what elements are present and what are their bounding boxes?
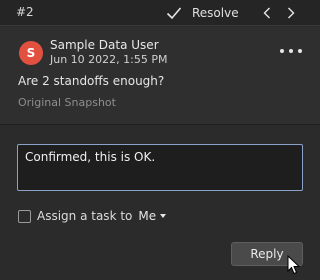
comment-timestamp: Jun 10 2022, 1:55 PM <box>50 53 168 66</box>
more-horizontal-icon <box>280 49 284 53</box>
assign-task-row: Assign a task to Me <box>18 207 167 225</box>
reply-input[interactable]: Confirmed, this is OK. <box>17 144 303 191</box>
more-options-button[interactable] <box>280 44 302 58</box>
avatar: S <box>19 41 43 65</box>
mouse-pointer-icon <box>287 255 301 275</box>
more-horizontal-icon <box>289 49 293 53</box>
comment-header: #2 Resolve <box>0 0 320 26</box>
assignee-dropdown[interactable]: Me <box>138 209 167 223</box>
chevron-left-icon <box>263 7 270 19</box>
assign-task-checkbox[interactable] <box>18 209 31 223</box>
resolve-button[interactable]: Resolve <box>164 2 264 24</box>
previous-comment-button[interactable] <box>258 4 276 22</box>
chevron-down-icon <box>160 214 167 218</box>
more-horizontal-icon <box>298 49 302 53</box>
next-comment-button[interactable] <box>282 4 300 22</box>
assign-task-label: Assign a task to <box>37 209 133 223</box>
comment-number: #2 <box>16 5 34 19</box>
comment-text: Are 2 standoffs enough? <box>18 74 165 88</box>
original-snapshot-link[interactable]: Original Snapshot <box>18 96 116 109</box>
comment-card: S Sample Data User Jun 10 2022, 1:55 PM … <box>0 27 320 125</box>
chevron-right-icon <box>288 7 295 19</box>
resolve-label: Resolve <box>192 6 239 20</box>
checkmark-icon <box>166 7 182 20</box>
assignee-value: Me <box>138 209 157 223</box>
author-name: Sample Data User <box>50 38 159 52</box>
